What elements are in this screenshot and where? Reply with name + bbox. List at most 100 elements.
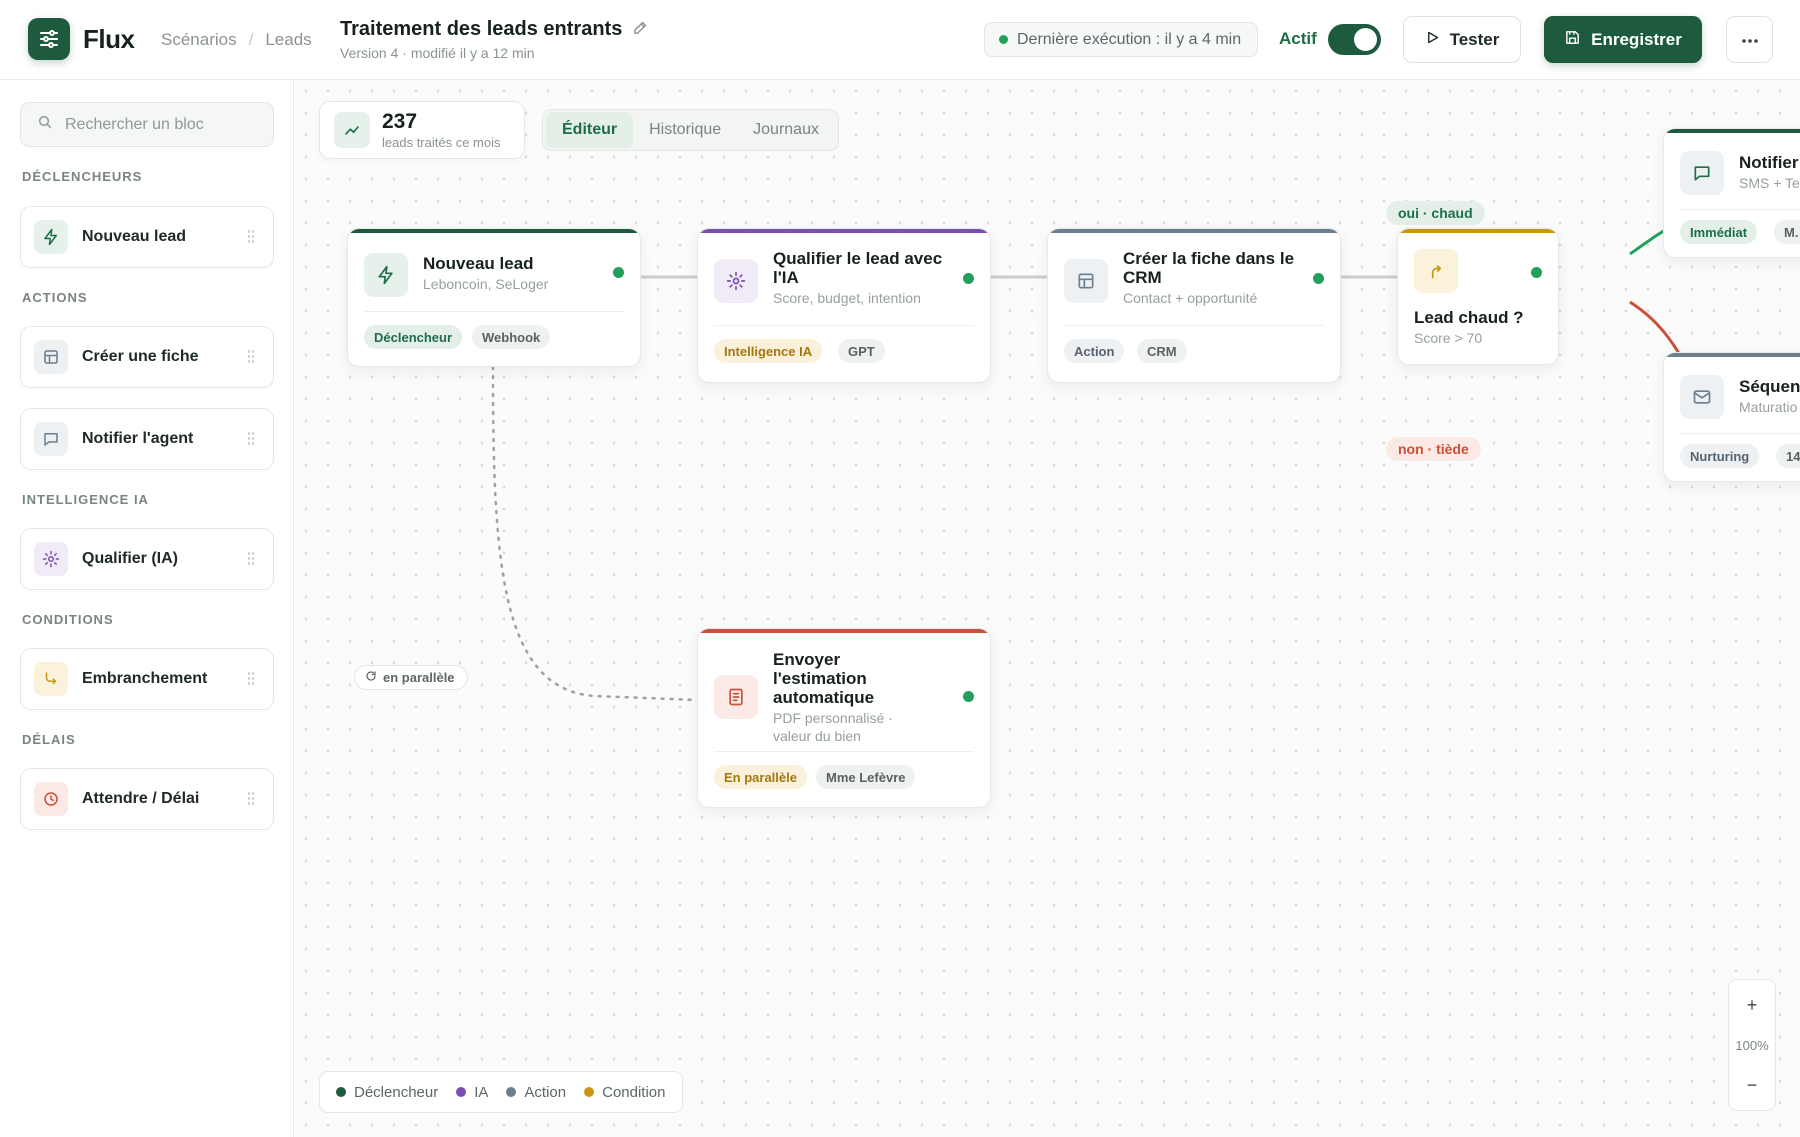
chat-icon: [1680, 151, 1724, 195]
palette-item-label: Attendre / Délai: [82, 790, 200, 807]
node-send-estimate[interactable]: Envoyer l'estimation automatique PDF per…: [697, 628, 991, 808]
node-chip: CRM: [1137, 339, 1187, 363]
node-divider: [714, 751, 974, 752]
drag-handle-icon[interactable]: [247, 671, 255, 685]
last-run-text: Dernière exécution : il y a 4 min: [1017, 30, 1242, 48]
stat-value: 237: [382, 109, 418, 133]
refresh-icon: [365, 670, 377, 685]
zoom-level: 100%: [1735, 1037, 1769, 1053]
node-status-dot: [963, 691, 974, 702]
node-divider: [1680, 433, 1800, 434]
active-toggle[interactable]: [1328, 24, 1381, 55]
chat-icon: [34, 422, 68, 456]
legend-label: Déclencheur: [354, 1083, 439, 1101]
node-chip: Nurturing: [1680, 444, 1760, 468]
palette-item-new-lead[interactable]: Nouveau lead: [20, 206, 274, 268]
node-divider: [364, 311, 624, 312]
drag-handle-icon[interactable]: [247, 349, 255, 363]
edit-pencil-icon[interactable]: [632, 19, 649, 41]
legend-item-ai: IA: [456, 1084, 488, 1101]
document-icon: [714, 675, 758, 719]
save-button[interactable]: Enregistrer: [1544, 16, 1702, 63]
legend-dot: [336, 1087, 346, 1097]
node-nurturing-sequence[interactable]: Séquen Maturatio Nurturing 14 j: [1663, 352, 1800, 482]
page-title: Traitement des leads entrants: [340, 18, 623, 40]
menu-icon[interactable]: [28, 18, 70, 60]
node-divider: [714, 325, 974, 326]
node-title: Séquen: [1739, 377, 1800, 396]
tab-logs[interactable]: Journaux: [737, 112, 835, 148]
drag-handle-icon[interactable]: [247, 229, 255, 243]
breadcrumb-scenarios[interactable]: Scénarios: [161, 30, 237, 50]
app-logo: Flux: [83, 24, 135, 54]
drag-handle-icon[interactable]: [247, 431, 255, 445]
node-type-legend: Déclencheur IA Action Condition: [319, 1071, 683, 1113]
node-condition-hot-lead[interactable]: Lead chaud ? Score > 70: [1397, 228, 1559, 365]
tab-history[interactable]: Historique: [633, 112, 737, 148]
node-color-bar: [1048, 229, 1340, 233]
node-status-dot: [613, 267, 624, 278]
node-divider: [1680, 209, 1800, 210]
node-create-crm[interactable]: Créer la fiche dans le CRM Contact + opp…: [1047, 228, 1341, 383]
palette-item-branch[interactable]: Embranchement: [20, 648, 274, 710]
section-label-conditions: CONDITIONS: [22, 612, 114, 627]
test-button[interactable]: Tester: [1403, 16, 1521, 63]
node-title: Qualifier le lead avec l'IA: [773, 249, 943, 287]
legend-label: IA: [474, 1083, 489, 1101]
node-subtitle: Score > 70: [1414, 330, 1483, 346]
section-label-delays: DÉLAIS: [22, 732, 76, 747]
search-block[interactable]: [20, 102, 274, 147]
breadcrumb-leads[interactable]: Leads: [265, 30, 311, 50]
section-label-actions: ACTIONS: [22, 290, 88, 305]
node-trigger-new-lead[interactable]: Nouveau lead Leboncoin, SeLoger Déclench…: [347, 228, 641, 367]
drag-handle-icon[interactable]: [247, 551, 255, 565]
node-chip: Intelligence IA: [714, 339, 823, 363]
zoom-out-button[interactable]: −: [1729, 1066, 1775, 1104]
node-chip: Mme Lefèvre: [816, 765, 916, 789]
legend-label: Condition: [602, 1083, 666, 1101]
node-qualify-ai[interactable]: Qualifier le lead avec l'IA Score, budge…: [697, 228, 991, 383]
node-status-dot: [963, 273, 974, 284]
search-input[interactable]: [65, 115, 265, 134]
node-title: Envoyer l'estimation automatique: [773, 650, 875, 707]
node-chip: En parallèle: [714, 765, 807, 789]
bolt-icon: [364, 253, 408, 297]
view-tabs: Éditeur Historique Journaux: [542, 109, 839, 151]
palette-item-notify-agent[interactable]: Notifier l'agent: [20, 408, 274, 470]
legend-item-condition: Condition: [584, 1083, 666, 1101]
node-title: Lead chaud ?: [1414, 308, 1524, 327]
palette-item-label: Nouveau lead: [82, 228, 187, 245]
last-run-status: Dernière exécution : il y a 4 min: [984, 22, 1259, 57]
palette-item-create-record[interactable]: Créer une fiche: [20, 326, 274, 388]
toggle-knob: [1354, 28, 1377, 51]
node-subtitle: Maturatio: [1739, 399, 1798, 415]
tab-editor[interactable]: Éditeur: [546, 112, 634, 148]
palette-item-wait-delay[interactable]: Attendre / Délai: [20, 768, 274, 830]
legend-item-trigger: Déclencheur: [336, 1084, 438, 1101]
bolt-icon: [34, 220, 68, 254]
legend-dot: [456, 1087, 467, 1097]
node-chip: Webhook: [472, 325, 551, 349]
parallel-label-text: en parallèle: [383, 670, 455, 685]
node-color-bar: [698, 629, 990, 633]
scenario-title-block: Traitement des leads entrants Version 4 …: [340, 18, 649, 61]
mail-icon: [1680, 375, 1724, 419]
play-icon: [1425, 30, 1440, 50]
zoom-controls: + 100% −: [1728, 979, 1776, 1111]
active-label: Actif: [1279, 29, 1317, 48]
test-button-label: Tester: [1449, 29, 1500, 49]
parallel-label: en parallèle: [354, 665, 468, 690]
node-chip: 14 j: [1776, 444, 1800, 468]
drag-handle-icon[interactable]: [247, 791, 255, 805]
node-status-dot: [1531, 267, 1542, 278]
workflow-canvas[interactable]: 237 leads traités ce mois Éditeur Histor…: [295, 80, 1800, 1137]
zoom-in-button[interactable]: +: [1729, 986, 1775, 1024]
node-color-bar: [698, 229, 990, 233]
table-icon: [1064, 259, 1108, 303]
palette-item-qualify-ai[interactable]: Qualifier (IA): [20, 528, 274, 590]
node-notify-agent[interactable]: Notifier SMS + Te Immédiat M. l: [1663, 128, 1800, 258]
more-options-button[interactable]: [1726, 16, 1773, 63]
breadcrumb: Scénarios / Leads: [161, 30, 312, 50]
node-color-bar: [1664, 353, 1800, 357]
node-chip: Déclencheur: [364, 325, 463, 349]
